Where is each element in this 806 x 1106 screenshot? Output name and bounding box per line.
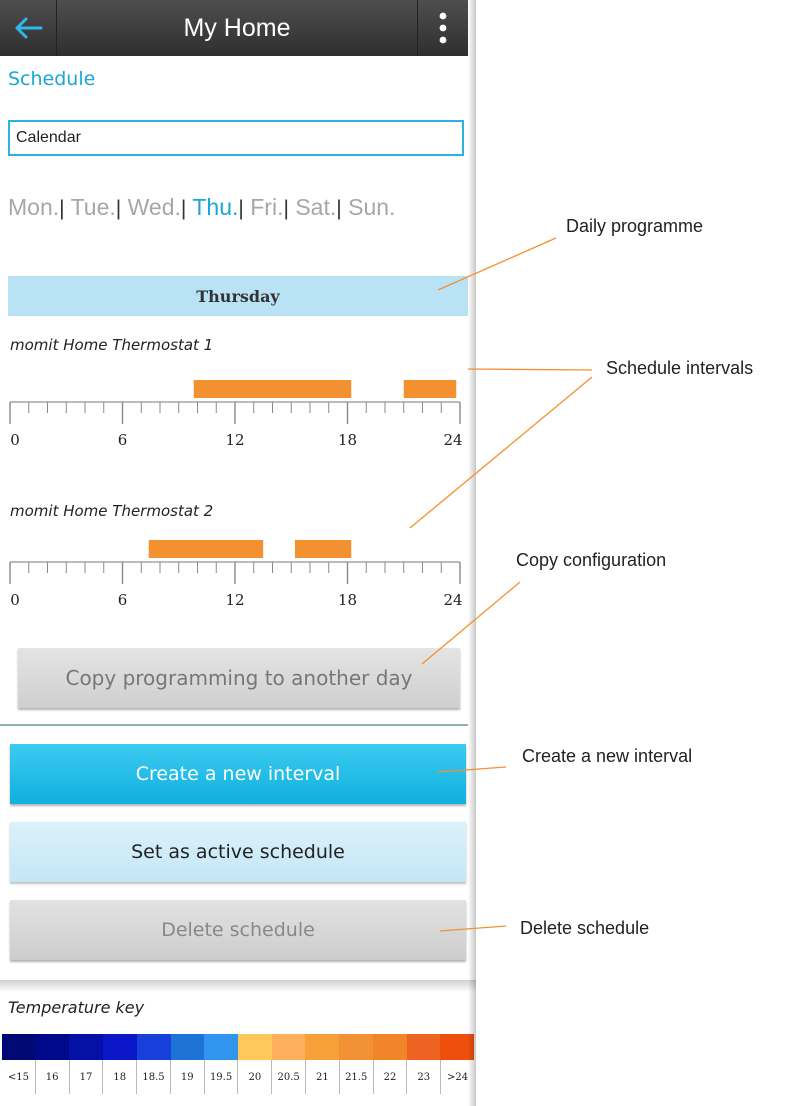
temperature-label: 19 [169, 1060, 204, 1094]
overflow-menu-button[interactable] [417, 0, 468, 56]
annotation-schedule-intervals: Schedule intervals [606, 358, 754, 378]
temperature-swatch [69, 1034, 104, 1060]
temperature-swatch [136, 1034, 171, 1060]
delete-schedule-button[interactable]: Delete schedule [10, 900, 466, 960]
day-separator: | [59, 197, 65, 220]
calendar-name-input[interactable] [8, 120, 464, 156]
axis-label: 24 [443, 431, 463, 449]
day-thu[interactable]: Thu. [192, 194, 238, 220]
temperature-label: 21.5 [338, 1060, 373, 1094]
temperature-label: 23 [406, 1060, 440, 1094]
day-separator: | [180, 197, 187, 220]
temperature-label: 18 [102, 1060, 136, 1094]
thermostat-2-timeline-svg [9, 540, 461, 584]
arrow-left-icon [15, 17, 43, 39]
axis-label: 12 [225, 591, 245, 609]
day-separator: | [336, 197, 342, 220]
axis-label: 0 [10, 591, 20, 609]
day-separator: | [115, 197, 122, 220]
temperature-swatch [170, 1034, 205, 1060]
thermostat-2-timeline[interactable]: 0 6 12 18 24 [0, 538, 476, 628]
day-mon[interactable]: Mon. [8, 194, 59, 220]
app-bar: My Home [0, 0, 468, 56]
page-title: My Home [183, 13, 291, 42]
key-shadow [0, 980, 476, 992]
create-interval-button[interactable]: Create a new interval [10, 744, 466, 804]
temperature-label: 20 [237, 1060, 271, 1094]
day-tue[interactable]: Tue. [71, 194, 116, 220]
selected-day-header: Thursday [8, 276, 468, 316]
axis-label: 18 [337, 431, 358, 449]
day-wed[interactable]: Wed. [128, 194, 181, 220]
schedule-interval-bar[interactable] [403, 380, 457, 398]
thermostat-2-name: momit Home Thermostat 2 [10, 502, 214, 520]
day-fri[interactable]: Fri. [250, 194, 283, 220]
temperature-swatch [2, 1034, 36, 1060]
temperature-label: 16 [34, 1060, 69, 1094]
schedule-interval-bar[interactable] [295, 540, 352, 558]
temperature-key-title: Temperature key [8, 998, 145, 1017]
callout-line-schedule-intervals-1 [467, 368, 593, 371]
temperature-key-swatches [2, 1034, 475, 1060]
schedule-section-title: Schedule [8, 68, 96, 90]
axis-label: 6 [117, 591, 128, 609]
temperature-label: 21 [305, 1060, 339, 1094]
temperature-key-labels: <15 16 17 18 18.5 19 19.5 20 20.5 21 21.5 22 23 >24 [2, 1060, 474, 1094]
temperature-label: 20.5 [271, 1060, 305, 1094]
temperature-swatch [305, 1034, 340, 1060]
temperature-swatch [406, 1034, 441, 1060]
axis-label: 0 [10, 431, 20, 449]
temperature-swatch [339, 1034, 373, 1060]
temperature-label: 17 [68, 1060, 103, 1094]
back-button[interactable] [0, 0, 57, 56]
thermostat-1-timeline[interactable]: 0 6 12 18 24 [0, 378, 476, 468]
phone-screen: My Home Schedule Mon.| Tue.| Wed.| Thu.|… [0, 0, 476, 1106]
day-separator: | [238, 197, 244, 220]
annotation-create-interval: Create a new interval [522, 746, 693, 766]
day-separator: | [283, 197, 289, 220]
axis-label: 6 [117, 431, 128, 449]
more-vertical-icon [439, 12, 447, 44]
temperature-swatch [103, 1034, 137, 1060]
divider [0, 724, 468, 726]
temperature-label: 22 [372, 1060, 407, 1094]
thermostat-1-timeline-svg [9, 380, 461, 424]
temperature-swatch [238, 1034, 272, 1060]
annotation-daily-programme: Daily programme [566, 216, 704, 236]
schedule-interval-bar[interactable] [193, 380, 352, 398]
temperature-swatch [35, 1034, 70, 1060]
set-active-schedule-button[interactable]: Set as active schedule [10, 822, 466, 882]
axis-label: 18 [337, 591, 358, 609]
day-sat[interactable]: Sat. [295, 194, 336, 220]
axis-label: 12 [225, 431, 245, 449]
temperature-label: 19.5 [203, 1060, 238, 1094]
axis-label: 24 [443, 591, 463, 609]
temperature-swatch [372, 1034, 407, 1060]
temperature-label: <15 [7, 1071, 29, 1083]
annotation-delete-schedule: Delete schedule [520, 918, 650, 938]
annotation-copy-configuration: Copy configuration [516, 550, 667, 570]
day-selector: Mon.| Tue.| Wed.| Thu.| Fri.| Sat.| Sun. [8, 194, 468, 221]
thermostat-1-name: momit Home Thermostat 1 [10, 336, 214, 354]
temperature-key: <15 16 17 18 18.5 19 19.5 20 20.5 21 21.5 22 23 >24 [2, 1034, 475, 1098]
phone-edge-shadow [468, 0, 476, 1106]
day-sun[interactable]: Sun. [348, 194, 395, 220]
temperature-swatch [271, 1034, 306, 1060]
temperature-swatch [204, 1034, 239, 1060]
schedule-interval-bar[interactable] [148, 540, 264, 558]
copy-programming-button[interactable]: Copy programming to another day [18, 648, 460, 708]
temperature-label: 18.5 [136, 1060, 170, 1094]
